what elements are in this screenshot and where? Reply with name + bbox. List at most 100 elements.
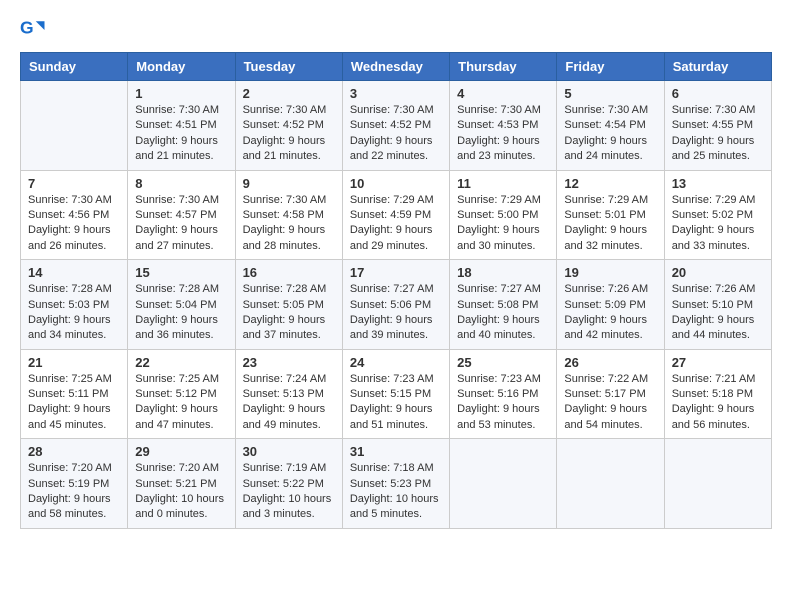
calendar-day-header: Tuesday	[235, 53, 342, 81]
day-info: Sunrise: 7:20 AM Sunset: 5:19 PM Dayligh…	[28, 461, 120, 523]
day-info: Sunrise: 7:20 AM Sunset: 5:21 PM Dayligh…	[135, 461, 227, 523]
day-number: 14	[28, 265, 120, 280]
day-info: Sunrise: 7:24 AM Sunset: 5:13 PM Dayligh…	[243, 372, 335, 434]
calendar-week-row: 7 Sunrise: 7:30 AM Sunset: 4:56 PM Daylig…	[21, 170, 772, 260]
day-number: 10	[350, 176, 442, 191]
day-info: Sunrise: 7:27 AM Sunset: 5:08 PM Dayligh…	[457, 282, 549, 344]
calendar-cell: 13 Sunrise: 7:29 AM Sunset: 5:02 PM Dayli…	[664, 170, 771, 260]
day-info: Sunrise: 7:19 AM Sunset: 5:22 PM Dayligh…	[243, 461, 335, 523]
calendar-cell: 21Sunrise: 7:25 AM Sunset: 5:11 PM Dayli…	[21, 349, 128, 439]
day-number: 26	[564, 355, 656, 370]
day-info: Sunrise: 7:25 AM Sunset: 5:12 PM Dayligh…	[135, 372, 227, 434]
calendar-cell: 11Sunrise: 7:29 AM Sunset: 5:00 PM Dayli…	[450, 170, 557, 260]
calendar-week-row: 28 Sunrise: 7:20 AM Sunset: 5:19 PM Dayli…	[21, 439, 772, 529]
day-number: 6	[672, 86, 764, 101]
calendar-cell: 30 Sunrise: 7:19 AM Sunset: 5:22 PM Dayli…	[235, 439, 342, 529]
calendar-cell: 24 Sunrise: 7:23 AM Sunset: 5:15 PM Dayli…	[342, 349, 449, 439]
day-info: Sunrise: 7:21 AM Sunset: 5:18 PM Dayligh…	[672, 372, 764, 434]
calendar-week-row: 1Sunrise: 7:30 AM Sunset: 4:51 PM Daylig…	[21, 81, 772, 171]
calendar-cell: 3 Sunrise: 7:30 AM Sunset: 4:52 PM Daylig…	[342, 81, 449, 171]
day-info: Sunrise: 7:30 AM Sunset: 4:57 PM Dayligh…	[135, 193, 227, 255]
calendar-cell: 17 Sunrise: 7:27 AM Sunset: 5:06 PM Dayli…	[342, 260, 449, 350]
day-number: 9	[243, 176, 335, 191]
calendar-cell: 14 Sunrise: 7:28 AM Sunset: 5:03 PM Dayli…	[21, 260, 128, 350]
calendar-day-header: Saturday	[664, 53, 771, 81]
day-info: Sunrise: 7:23 AM Sunset: 5:15 PM Dayligh…	[350, 372, 442, 434]
day-number: 5	[564, 86, 656, 101]
day-info: Sunrise: 7:30 AM Sunset: 4:53 PM Dayligh…	[457, 103, 549, 165]
day-number: 13	[672, 176, 764, 191]
day-number: 27	[672, 355, 764, 370]
day-info: Sunrise: 7:26 AM Sunset: 5:10 PM Dayligh…	[672, 282, 764, 344]
calendar-day-header: Sunday	[21, 53, 128, 81]
calendar-cell: 18 Sunrise: 7:27 AM Sunset: 5:08 PM Dayli…	[450, 260, 557, 350]
day-number: 30	[243, 444, 335, 459]
calendar-cell: 1Sunrise: 7:30 AM Sunset: 4:51 PM Daylig…	[128, 81, 235, 171]
calendar-cell: 22Sunrise: 7:25 AM Sunset: 5:12 PM Dayli…	[128, 349, 235, 439]
day-info: Sunrise: 7:27 AM Sunset: 5:06 PM Dayligh…	[350, 282, 442, 344]
day-info: Sunrise: 7:26 AM Sunset: 5:09 PM Dayligh…	[564, 282, 656, 344]
day-info: Sunrise: 7:25 AM Sunset: 5:11 PM Dayligh…	[28, 372, 120, 434]
day-number: 15	[135, 265, 227, 280]
calendar-cell: 8 Sunrise: 7:30 AM Sunset: 4:57 PM Daylig…	[128, 170, 235, 260]
calendar-cell: 16 Sunrise: 7:28 AM Sunset: 5:05 PM Dayli…	[235, 260, 342, 350]
day-info: Sunrise: 7:28 AM Sunset: 5:03 PM Dayligh…	[28, 282, 120, 344]
day-number: 19	[564, 265, 656, 280]
calendar-body: 1Sunrise: 7:30 AM Sunset: 4:51 PM Daylig…	[21, 81, 772, 529]
day-number: 12	[564, 176, 656, 191]
day-info: Sunrise: 7:28 AM Sunset: 5:04 PM Dayligh…	[135, 282, 227, 344]
calendar-cell: 28 Sunrise: 7:20 AM Sunset: 5:19 PM Dayli…	[21, 439, 128, 529]
day-info: Sunrise: 7:23 AM Sunset: 5:16 PM Dayligh…	[457, 372, 549, 434]
day-info: Sunrise: 7:22 AM Sunset: 5:17 PM Dayligh…	[564, 372, 656, 434]
logo-icon: G	[20, 16, 48, 44]
day-number: 23	[243, 355, 335, 370]
calendar-cell: 5Sunrise: 7:30 AM Sunset: 4:54 PM Daylig…	[557, 81, 664, 171]
calendar-week-row: 21Sunrise: 7:25 AM Sunset: 5:11 PM Dayli…	[21, 349, 772, 439]
day-number: 16	[243, 265, 335, 280]
day-number: 31	[350, 444, 442, 459]
day-number: 18	[457, 265, 549, 280]
calendar-day-header: Thursday	[450, 53, 557, 81]
day-info: Sunrise: 7:30 AM Sunset: 4:56 PM Dayligh…	[28, 193, 120, 255]
page-header: G	[20, 16, 772, 44]
day-number: 17	[350, 265, 442, 280]
day-info: Sunrise: 7:30 AM Sunset: 4:52 PM Dayligh…	[243, 103, 335, 165]
calendar-cell: 23 Sunrise: 7:24 AM Sunset: 5:13 PM Dayli…	[235, 349, 342, 439]
calendar-cell	[557, 439, 664, 529]
calendar-day-header: Wednesday	[342, 53, 449, 81]
logo: G	[20, 16, 52, 44]
calendar-cell: 10 Sunrise: 7:29 AM Sunset: 4:59 PM Dayli…	[342, 170, 449, 260]
day-number: 8	[135, 176, 227, 191]
day-number: 28	[28, 444, 120, 459]
calendar-cell	[664, 439, 771, 529]
day-info: Sunrise: 7:29 AM Sunset: 4:59 PM Dayligh…	[350, 193, 442, 255]
day-info: Sunrise: 7:30 AM Sunset: 4:51 PM Dayligh…	[135, 103, 227, 165]
calendar-day-header: Monday	[128, 53, 235, 81]
calendar-cell: 12Sunrise: 7:29 AM Sunset: 5:01 PM Dayli…	[557, 170, 664, 260]
day-number: 29	[135, 444, 227, 459]
calendar-cell: 19 Sunrise: 7:26 AM Sunset: 5:09 PM Dayli…	[557, 260, 664, 350]
day-info: Sunrise: 7:30 AM Sunset: 4:58 PM Dayligh…	[243, 193, 335, 255]
day-info: Sunrise: 7:30 AM Sunset: 4:52 PM Dayligh…	[350, 103, 442, 165]
calendar-table: SundayMondayTuesdayWednesdayThursdayFrid…	[20, 52, 772, 529]
calendar-cell: 4Sunrise: 7:30 AM Sunset: 4:53 PM Daylig…	[450, 81, 557, 171]
calendar-cell: 29 Sunrise: 7:20 AM Sunset: 5:21 PM Dayli…	[128, 439, 235, 529]
calendar-week-row: 14 Sunrise: 7:28 AM Sunset: 5:03 PM Dayli…	[21, 260, 772, 350]
calendar-cell: 31 Sunrise: 7:18 AM Sunset: 5:23 PM Dayli…	[342, 439, 449, 529]
calendar-cell	[450, 439, 557, 529]
day-info: Sunrise: 7:29 AM Sunset: 5:02 PM Dayligh…	[672, 193, 764, 255]
calendar-cell: 6Sunrise: 7:30 AM Sunset: 4:55 PM Daylig…	[664, 81, 771, 171]
calendar-cell: 27 Sunrise: 7:21 AM Sunset: 5:18 PM Dayli…	[664, 349, 771, 439]
day-number: 24	[350, 355, 442, 370]
day-number: 3	[350, 86, 442, 101]
svg-text:G: G	[20, 18, 34, 38]
calendar-day-header: Friday	[557, 53, 664, 81]
day-number: 7	[28, 176, 120, 191]
day-info: Sunrise: 7:18 AM Sunset: 5:23 PM Dayligh…	[350, 461, 442, 523]
day-number: 20	[672, 265, 764, 280]
day-info: Sunrise: 7:28 AM Sunset: 5:05 PM Dayligh…	[243, 282, 335, 344]
day-number: 25	[457, 355, 549, 370]
calendar-cell: 15 Sunrise: 7:28 AM Sunset: 5:04 PM Dayli…	[128, 260, 235, 350]
calendar-cell: 7 Sunrise: 7:30 AM Sunset: 4:56 PM Daylig…	[21, 170, 128, 260]
calendar-cell: 25 Sunrise: 7:23 AM Sunset: 5:16 PM Dayli…	[450, 349, 557, 439]
